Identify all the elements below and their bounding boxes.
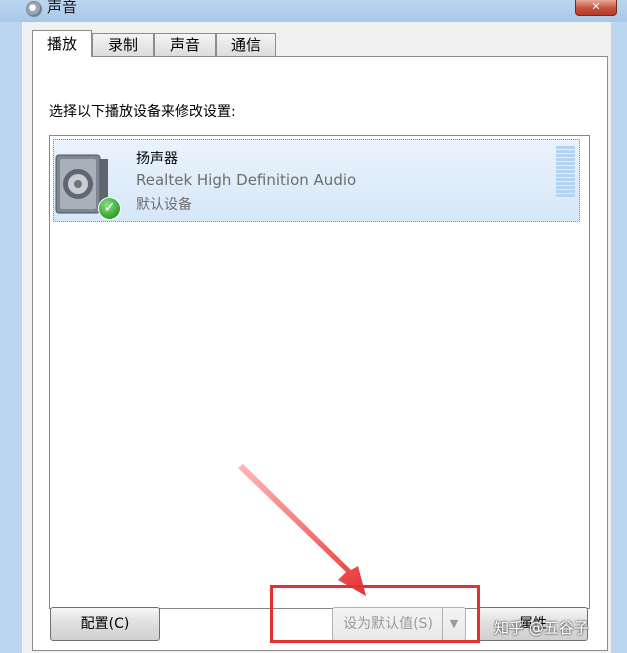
watermark: 知乎 @五谷子	[494, 619, 589, 637]
tab-playback[interactable]: 播放	[32, 30, 92, 57]
arrow-shape	[238, 464, 366, 596]
annotation-arrow	[238, 464, 366, 596]
highlight-box	[270, 585, 480, 643]
